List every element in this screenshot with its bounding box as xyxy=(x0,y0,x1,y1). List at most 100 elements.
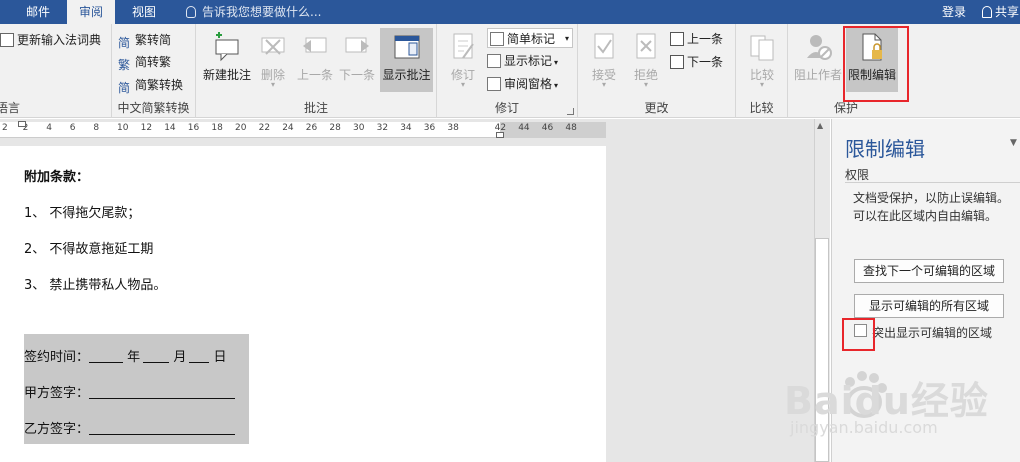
ruler-tick-label: 32 xyxy=(376,123,389,133)
ruler-tick-label: 12 xyxy=(140,123,153,133)
update-ime-button[interactable]: 更新输入法词典 xyxy=(0,30,101,50)
dropdown-arrow-icon: ▾ xyxy=(643,80,648,89)
group-label-chinese: 中文简繁转换 xyxy=(117,101,190,115)
ruler-tick-label: 26 xyxy=(305,123,318,133)
next-comment-icon xyxy=(345,37,369,53)
sign-date-line: 签约时间： 年 月 日 xyxy=(24,346,226,365)
blank-party-a xyxy=(89,387,236,399)
blank-day xyxy=(189,351,210,363)
track-changes-icon xyxy=(453,33,474,59)
ruler-tick-label: 22 xyxy=(258,123,271,133)
reject-icon xyxy=(636,33,656,59)
block-authors-button[interactable]: 阻止作者 xyxy=(792,28,844,92)
blank-year xyxy=(89,351,124,363)
dialog-launcher-icon[interactable] xyxy=(567,108,574,115)
ribbon-tab-bar: 邮件 审阅 视图 告诉我您想要做什么... 登录 共享 xyxy=(0,0,1020,24)
accept-button[interactable]: 接受 ▾ xyxy=(582,28,626,92)
watermark-url: jingyan.baidu.com xyxy=(790,418,938,437)
ruler-tick-label: 14 xyxy=(164,123,176,133)
show-comments-button[interactable]: 显示批注 xyxy=(380,28,433,92)
to-traditional-button[interactable]: 繁简转繁 xyxy=(118,52,171,72)
next-comment-label: 下一条 xyxy=(338,68,375,82)
show-markup-icon xyxy=(487,54,501,68)
previous-change-button[interactable]: 上一条 xyxy=(670,29,723,49)
reviewing-pane-button[interactable]: 审阅窗格 ▾ xyxy=(487,74,558,94)
block-authors-icon xyxy=(807,35,832,60)
login-button[interactable]: 登录 xyxy=(942,0,966,24)
ruler-tick-label: 36 xyxy=(423,123,436,133)
share-button[interactable]: 共享 xyxy=(982,0,1019,24)
traditional-icon: 繁 xyxy=(118,58,131,72)
ruler-tick-label: 24 xyxy=(282,123,294,133)
ruler-tick-label: 8 xyxy=(93,123,100,133)
first-line-indent-marker[interactable] xyxy=(18,121,26,127)
ruler-tick-label: 34 xyxy=(400,123,412,133)
pane-description-line1: 文档受保护，以防止误编辑。 xyxy=(853,191,1010,205)
month-label: 月 xyxy=(173,350,187,365)
dictionary-icon xyxy=(0,33,14,47)
party-b-label: 乙方签字： xyxy=(24,422,90,437)
previous-comment-button[interactable]: 上一条 xyxy=(294,28,336,92)
ruler-tick-label: 4 xyxy=(46,123,52,133)
highlight-checkbox-box xyxy=(842,318,875,351)
tab-review[interactable]: 审阅 xyxy=(67,0,115,24)
to-traditional-label: 简转繁 xyxy=(135,55,172,69)
sign-date-label: 签约时间： xyxy=(24,350,90,365)
day-label: 日 xyxy=(213,350,227,365)
group-label-comments: 批注 xyxy=(303,101,328,115)
convert-label: 简繁转换 xyxy=(135,78,184,92)
tell-me-box[interactable]: 告诉我您想要做什么... xyxy=(186,0,321,24)
new-comment-icon xyxy=(215,32,239,62)
group-changes: 接受 ▾ 拒绝 ▾ 上一条 下一条 更改 xyxy=(578,24,736,118)
previous-comment-label: 上一条 xyxy=(296,68,333,82)
new-comment-label: 新建批注 xyxy=(202,68,251,82)
show-all-editable-button[interactable]: 显示可编辑的所有区域 xyxy=(854,294,1004,318)
convert-button[interactable]: 简简繁转换 xyxy=(118,75,183,95)
pane-description: 文档受保护，以防止误编辑。 可以在此区域内自由编辑。 xyxy=(853,189,1013,225)
dropdown-arrow-icon: ▾ xyxy=(460,80,465,89)
markup-mode-value: 简单标记 xyxy=(507,32,556,46)
markup-mode-select[interactable]: 简单标记 ▾ xyxy=(487,28,573,48)
watermark-brand: Baidu经验 xyxy=(784,379,989,423)
ruler-tick-label: 44 xyxy=(518,123,530,133)
show-markup-label: 显示标记 xyxy=(504,54,553,68)
pane-options-icon[interactable]: ▼ xyxy=(1010,138,1017,148)
chevron-down-icon: ▾ xyxy=(564,34,569,43)
to-simplified-button[interactable]: 简繁转简 xyxy=(118,30,171,50)
pane-title: 限制编辑 xyxy=(845,137,925,161)
next-change-button[interactable]: 下一条 xyxy=(670,52,723,72)
ruler-tick-label: 16 xyxy=(187,123,200,133)
compare-button[interactable]: 比较 ▾ xyxy=(742,28,782,92)
ruler-tick-label: 28 xyxy=(329,123,341,133)
show-markup-button[interactable]: 显示标记 ▾ xyxy=(487,51,558,71)
group-chinese-conversion: 简繁转简 繁简转繁 简简繁转换 中文简繁转换 xyxy=(112,24,196,118)
new-comment-button[interactable]: 新建批注 xyxy=(200,28,254,92)
block-authors-label: 阻止作者 xyxy=(793,68,842,82)
group-language: 更新输入法词典 语言 xyxy=(0,24,112,118)
reject-button[interactable]: 拒绝 ▾ xyxy=(626,28,666,92)
group-compare: 比较 ▾ 比较 xyxy=(736,24,788,118)
right-indent-marker[interactable] xyxy=(496,132,504,138)
convert-icon: 简 xyxy=(118,81,131,95)
blank-party-b xyxy=(89,423,236,435)
person-icon xyxy=(982,6,992,18)
blank-month xyxy=(143,351,170,363)
show-comments-icon xyxy=(394,35,419,59)
tab-view[interactable]: 视图 xyxy=(122,0,166,24)
next-comment-button[interactable]: 下一条 xyxy=(336,28,378,92)
tell-me-text: 告诉我您想要做什么... xyxy=(202,5,322,19)
party-a-label: 甲方签字： xyxy=(24,386,90,401)
track-changes-button[interactable]: 修订 ▾ xyxy=(443,28,483,92)
group-comments: 新建批注 删除 ▾ 上一条 下一条 显示批注 批注 xyxy=(196,24,437,118)
show-comments-label: 显示批注 xyxy=(382,68,431,82)
next-change-label: 下一条 xyxy=(687,55,724,69)
pane-subtitle: 权限 xyxy=(845,168,870,182)
dropdown-arrow-icon: ▾ xyxy=(759,80,764,89)
find-next-editable-button[interactable]: 查找下一个可编辑的区域 xyxy=(854,259,1004,283)
editable-region[interactable]: 签约时间： 年 月 日 甲方签字： 乙方签字： xyxy=(24,334,249,444)
scroll-up-icon[interactable]: ▲ xyxy=(817,121,823,130)
delete-comment-button[interactable]: 删除 ▾ xyxy=(254,28,292,92)
simplified-icon: 简 xyxy=(118,36,131,50)
ruler-tick-label: 48 xyxy=(565,123,577,133)
tab-mail[interactable]: 邮件 xyxy=(18,0,58,24)
